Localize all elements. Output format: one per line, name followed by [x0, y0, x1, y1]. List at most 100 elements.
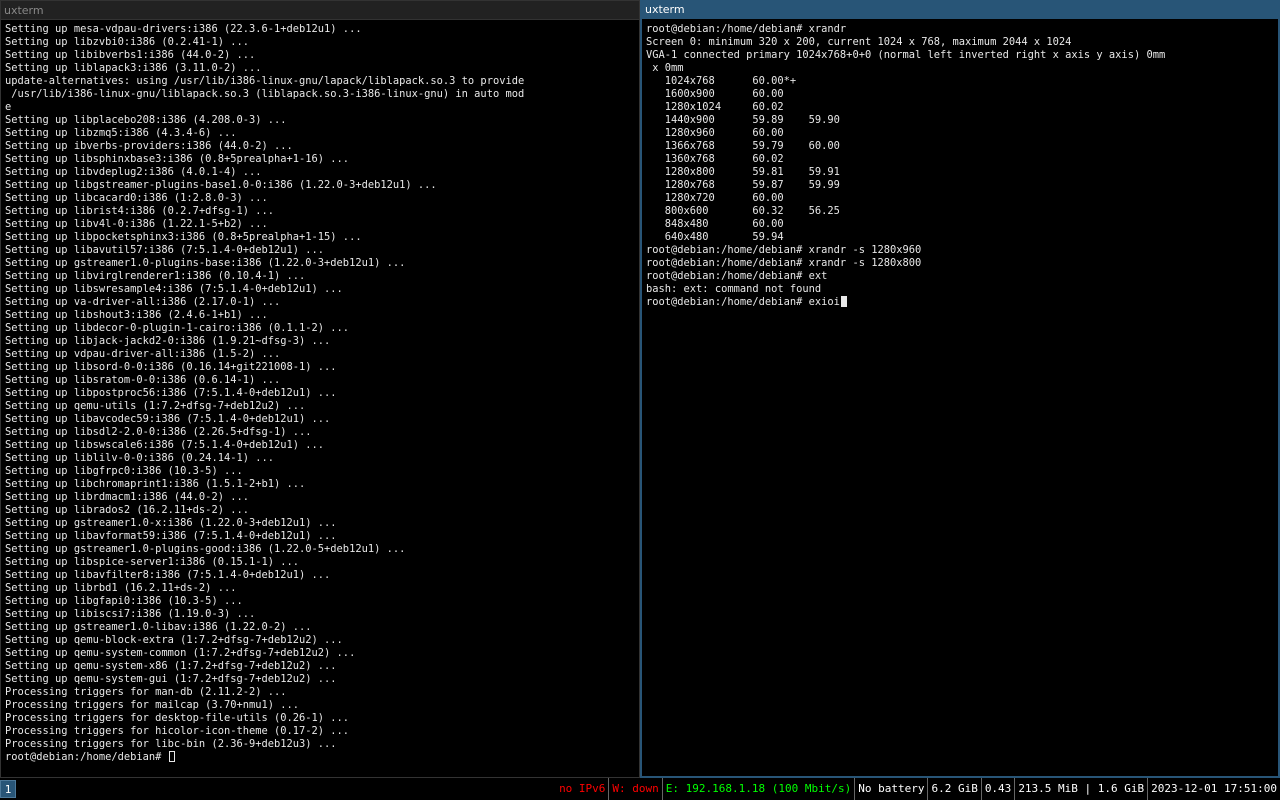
terminal-line: Setting up qemu-system-common (1:7.2+dfs…: [5, 647, 356, 659]
terminal-line: Setting up libavfilter8:i386 (7:5.1.4-0+…: [5, 569, 331, 581]
ethernet-status: E: 192.168.1.18 (100 Mbit/s): [661, 778, 854, 800]
terminal-line: 1280x1024 60.02: [646, 101, 784, 113]
terminal-line: Setting up libjack-jackd2-0:i386 (1.9.21…: [5, 335, 331, 347]
terminal-line: Setting up libswscale6:i386 (7:5.1.4-0+d…: [5, 439, 325, 451]
terminal-line: Setting up librados2 (16.2.11+ds-2) ...: [5, 504, 249, 516]
terminal-line: Setting up libswresample4:i386 (7:5.1.4-…: [5, 283, 343, 295]
terminal-line: Setting up qemu-system-x86 (1:7.2+dfsg-7…: [5, 660, 337, 672]
wireless-status: W: down: [608, 778, 661, 800]
terminal-line: Setting up libsphinxbase3:i386 (0.8+5pre…: [5, 153, 350, 165]
terminal-line: Setting up libgfrpc0:i386 (10.3-5) ...: [5, 465, 243, 477]
terminal-line: e: [5, 101, 12, 113]
terminal-line: Setting up libgstreamer-plugins-base1.0-…: [5, 179, 437, 191]
terminal-line: Setting up libibverbs1:i386 (44.0-2) ...: [5, 49, 256, 61]
status-items: no IPv6 W: down E: 192.168.1.18 (100 Mbi…: [556, 778, 1280, 800]
terminal-line: Processing triggers for hicolor-icon-the…: [5, 725, 350, 737]
terminal-line: Setting up qemu-block-extra (1:7.2+dfsg-…: [5, 634, 343, 646]
terminal-line: Setting up vdpau-driver-all:i386 (1.5-2)…: [5, 348, 281, 360]
terminal-line: Setting up librist4:i386 (0.2.7+dfsg-1) …: [5, 205, 274, 217]
terminal-line: Setting up libavformat59:i386 (7:5.1.4-0…: [5, 530, 337, 542]
terminal-line: Setting up librdmacm1:i386 (44.0-2) ...: [5, 491, 249, 503]
terminal-line: Setting up libcacard0:i386 (1:2.8.0-3) .…: [5, 192, 268, 204]
terminal-line: 1280x960 60.00: [646, 127, 784, 139]
terminal-line: Setting up libavcodec59:i386 (7:5.1.4-0+…: [5, 413, 331, 425]
terminal-line: Setting up libsord-0-0:i386 (0.16.14+git…: [5, 361, 337, 373]
terminal-line: Setting up libshout3:i386 (2.4.6-1+b1) .…: [5, 309, 268, 321]
ipv6-status: no IPv6: [559, 782, 606, 795]
terminal-line: Setting up libchromaprint1:i386 (1.5.1-2…: [5, 478, 306, 490]
terminal-line: Setting up libzmq5:i386 (4.3.4-6) ...: [5, 127, 237, 139]
disk-status: 6.2 GiB: [927, 778, 980, 800]
status-bar: 1 no IPv6 W: down E: 192.168.1.18 (100 M…: [0, 778, 1280, 800]
terminal-output[interactable]: Setting up mesa-vdpau-drivers:i386 (22.3…: [1, 20, 639, 770]
terminal-line: Setting up mesa-vdpau-drivers:i386 (22.3…: [5, 23, 362, 35]
terminal-line: update-alternatives: using /usr/lib/i386…: [5, 75, 525, 87]
terminal-line: Setting up gstreamer1.0-x:i386 (1.22.0-3…: [5, 517, 337, 529]
terminal-line: Setting up libplacebo208:i386 (4.208.0-3…: [5, 114, 287, 126]
prompt-text: root@debian:/home/debian# exioi: [646, 296, 840, 308]
terminal-line: 1600x900 60.00: [646, 88, 784, 100]
terminal-output[interactable]: root@debian:/home/debian# xrandr Screen 0…: [642, 19, 1278, 769]
workspace-button-1[interactable]: 1: [0, 780, 16, 798]
terminal-line: Setting up libpostproc56:i386 (7:5.1.4-0…: [5, 387, 337, 399]
battery-status: No battery: [854, 778, 927, 800]
terminal-line: Setting up libv4l-0:i386 (1.22.1-5+b2) .…: [5, 218, 268, 230]
terminal-line: root@debian:/home/debian# ext: [646, 270, 828, 282]
terminal-prompt[interactable]: root@debian:/home/debian# exioi: [646, 296, 1278, 309]
terminal-line: 640x480 59.94: [646, 231, 784, 243]
terminal-line: /usr/lib/i386-linux-gnu/liblapack.so.3 (…: [5, 88, 525, 100]
terminal-line: Setting up gstreamer1.0-libav:i386 (1.22…: [5, 621, 312, 633]
terminal-line: Setting up libgfapi0:i386 (10.3-5) ...: [5, 595, 243, 607]
terminal-window-right[interactable]: uxterm root@debian:/home/debian# xrandr S…: [640, 0, 1280, 778]
terminal-line: Screen 0: minimum 320 x 200, current 102…: [646, 36, 1072, 48]
terminal-line: Setting up libspice-server1:i386 (0.15.1…: [5, 556, 300, 568]
terminal-window-left[interactable]: uxterm Setting up mesa-vdpau-drivers:i38…: [0, 0, 640, 778]
terminal-line: Setting up gstreamer1.0-plugins-base:i38…: [5, 257, 406, 269]
terminal-line: Processing triggers for desktop-file-uti…: [5, 712, 350, 724]
workspace: uxterm Setting up mesa-vdpau-drivers:i38…: [0, 0, 1280, 778]
terminal-line: root@debian:/home/debian# xrandr -s 1280…: [646, 244, 922, 256]
terminal-line: Setting up va-driver-all:i386 (2.17.0-1)…: [5, 296, 281, 308]
memory-status: 213.5 MiB | 1.6 GiB: [1014, 778, 1147, 800]
terminal-line: Setting up gstreamer1.0-plugins-good:i38…: [5, 543, 406, 555]
terminal-line: root@debian:/home/debian# xrandr -s 1280…: [646, 257, 922, 269]
datetime-status: 2023-12-01 17:51:00: [1147, 778, 1280, 800]
window-title[interactable]: uxterm: [1, 1, 639, 20]
terminal-line: Processing triggers for man-db (2.11.2-2…: [5, 686, 287, 698]
terminal-line: Setting up libvirglrenderer1:i386 (0.10.…: [5, 270, 306, 282]
terminal-line: 1280x720 60.00: [646, 192, 784, 204]
window-title[interactable]: uxterm: [642, 0, 1278, 19]
terminal-line: 1024x768 60.00*+: [646, 75, 797, 87]
terminal-line: Processing triggers for mailcap (3.70+nm…: [5, 699, 300, 711]
terminal-line: 800x600 60.32 56.25: [646, 205, 840, 217]
terminal-line: Setting up liblapack3:i386 (3.11.0-2) ..…: [5, 62, 262, 74]
terminal-line: 1280x768 59.87 59.99: [646, 179, 840, 191]
terminal-line: VGA-1 connected primary 1024x768+0+0 (no…: [646, 49, 1166, 61]
terminal-line: Setting up libsratom-0-0:i386 (0.6.14-1)…: [5, 374, 281, 386]
terminal-line: Setting up librbd1 (16.2.11+ds-2) ...: [5, 582, 237, 594]
terminal-line: Setting up libvdeplug2:i386 (4.0.1-4) ..…: [5, 166, 262, 178]
terminal-line: 1366x768 59.79 60.00: [646, 140, 840, 152]
terminal-line: 1440x900 59.89 59.90: [646, 114, 840, 126]
terminal-line: Setting up qemu-utils (1:7.2+dfsg-7+deb1…: [5, 400, 306, 412]
terminal-line: Setting up libavutil57:i386 (7:5.1.4-0+d…: [5, 244, 325, 256]
terminal-line: Setting up libzvbi0:i386 (0.2.41-1) ...: [5, 36, 249, 48]
cursor: [840, 296, 847, 307]
terminal-line: Setting up qemu-system-gui (1:7.2+dfsg-7…: [5, 673, 337, 685]
terminal-line: Setting up libpocketsphinx3:i386 (0.8+5p…: [5, 231, 362, 243]
cursor: [168, 751, 175, 762]
terminal-line: 1360x768 60.02: [646, 153, 784, 165]
terminal-line: Processing triggers for libc-bin (2.36-9…: [5, 738, 337, 750]
terminal-line: bash: ext: command not found: [646, 283, 822, 295]
terminal-line: x 0mm: [646, 62, 684, 74]
terminal-line: Setting up ibverbs-providers:i386 (44.0-…: [5, 140, 293, 152]
terminal-line: Setting up libsdl2-2.0-0:i386 (2.26.5+df…: [5, 426, 312, 438]
terminal-line: 848x480 60.00: [646, 218, 784, 230]
terminal-line: root@debian:/home/debian# xrandr: [646, 23, 847, 35]
terminal-line: Setting up libiscsi7:i386 (1.19.0-3) ...: [5, 608, 256, 620]
terminal-prompt[interactable]: root@debian:/home/debian#: [5, 751, 639, 764]
load-status: 0.43: [980, 778, 1015, 800]
prompt-text: root@debian:/home/debian#: [5, 751, 168, 763]
terminal-line: Setting up liblilv-0-0:i386 (0.24.14-1) …: [5, 452, 274, 464]
terminal-line: Setting up libdecor-0-plugin-1-cairo:i38…: [5, 322, 350, 334]
